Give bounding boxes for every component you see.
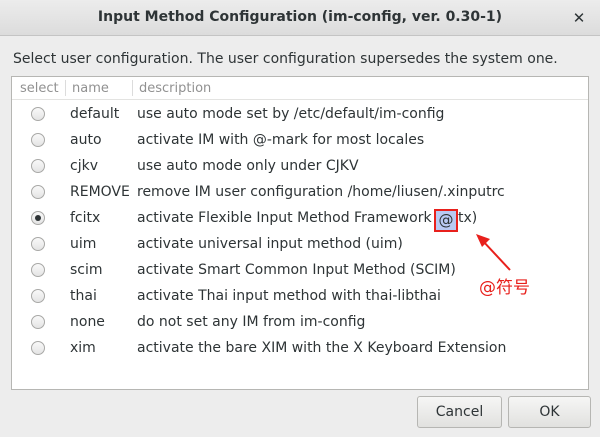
cancel-button[interactable]: Cancel [417, 396, 502, 428]
annotation-label: @符号 [479, 278, 530, 298]
ok-button[interactable]: OK [508, 396, 591, 428]
annotation-arrow-icon [476, 234, 511, 271]
dialog-window: Input Method Configuration (im-config, v… [0, 0, 600, 437]
